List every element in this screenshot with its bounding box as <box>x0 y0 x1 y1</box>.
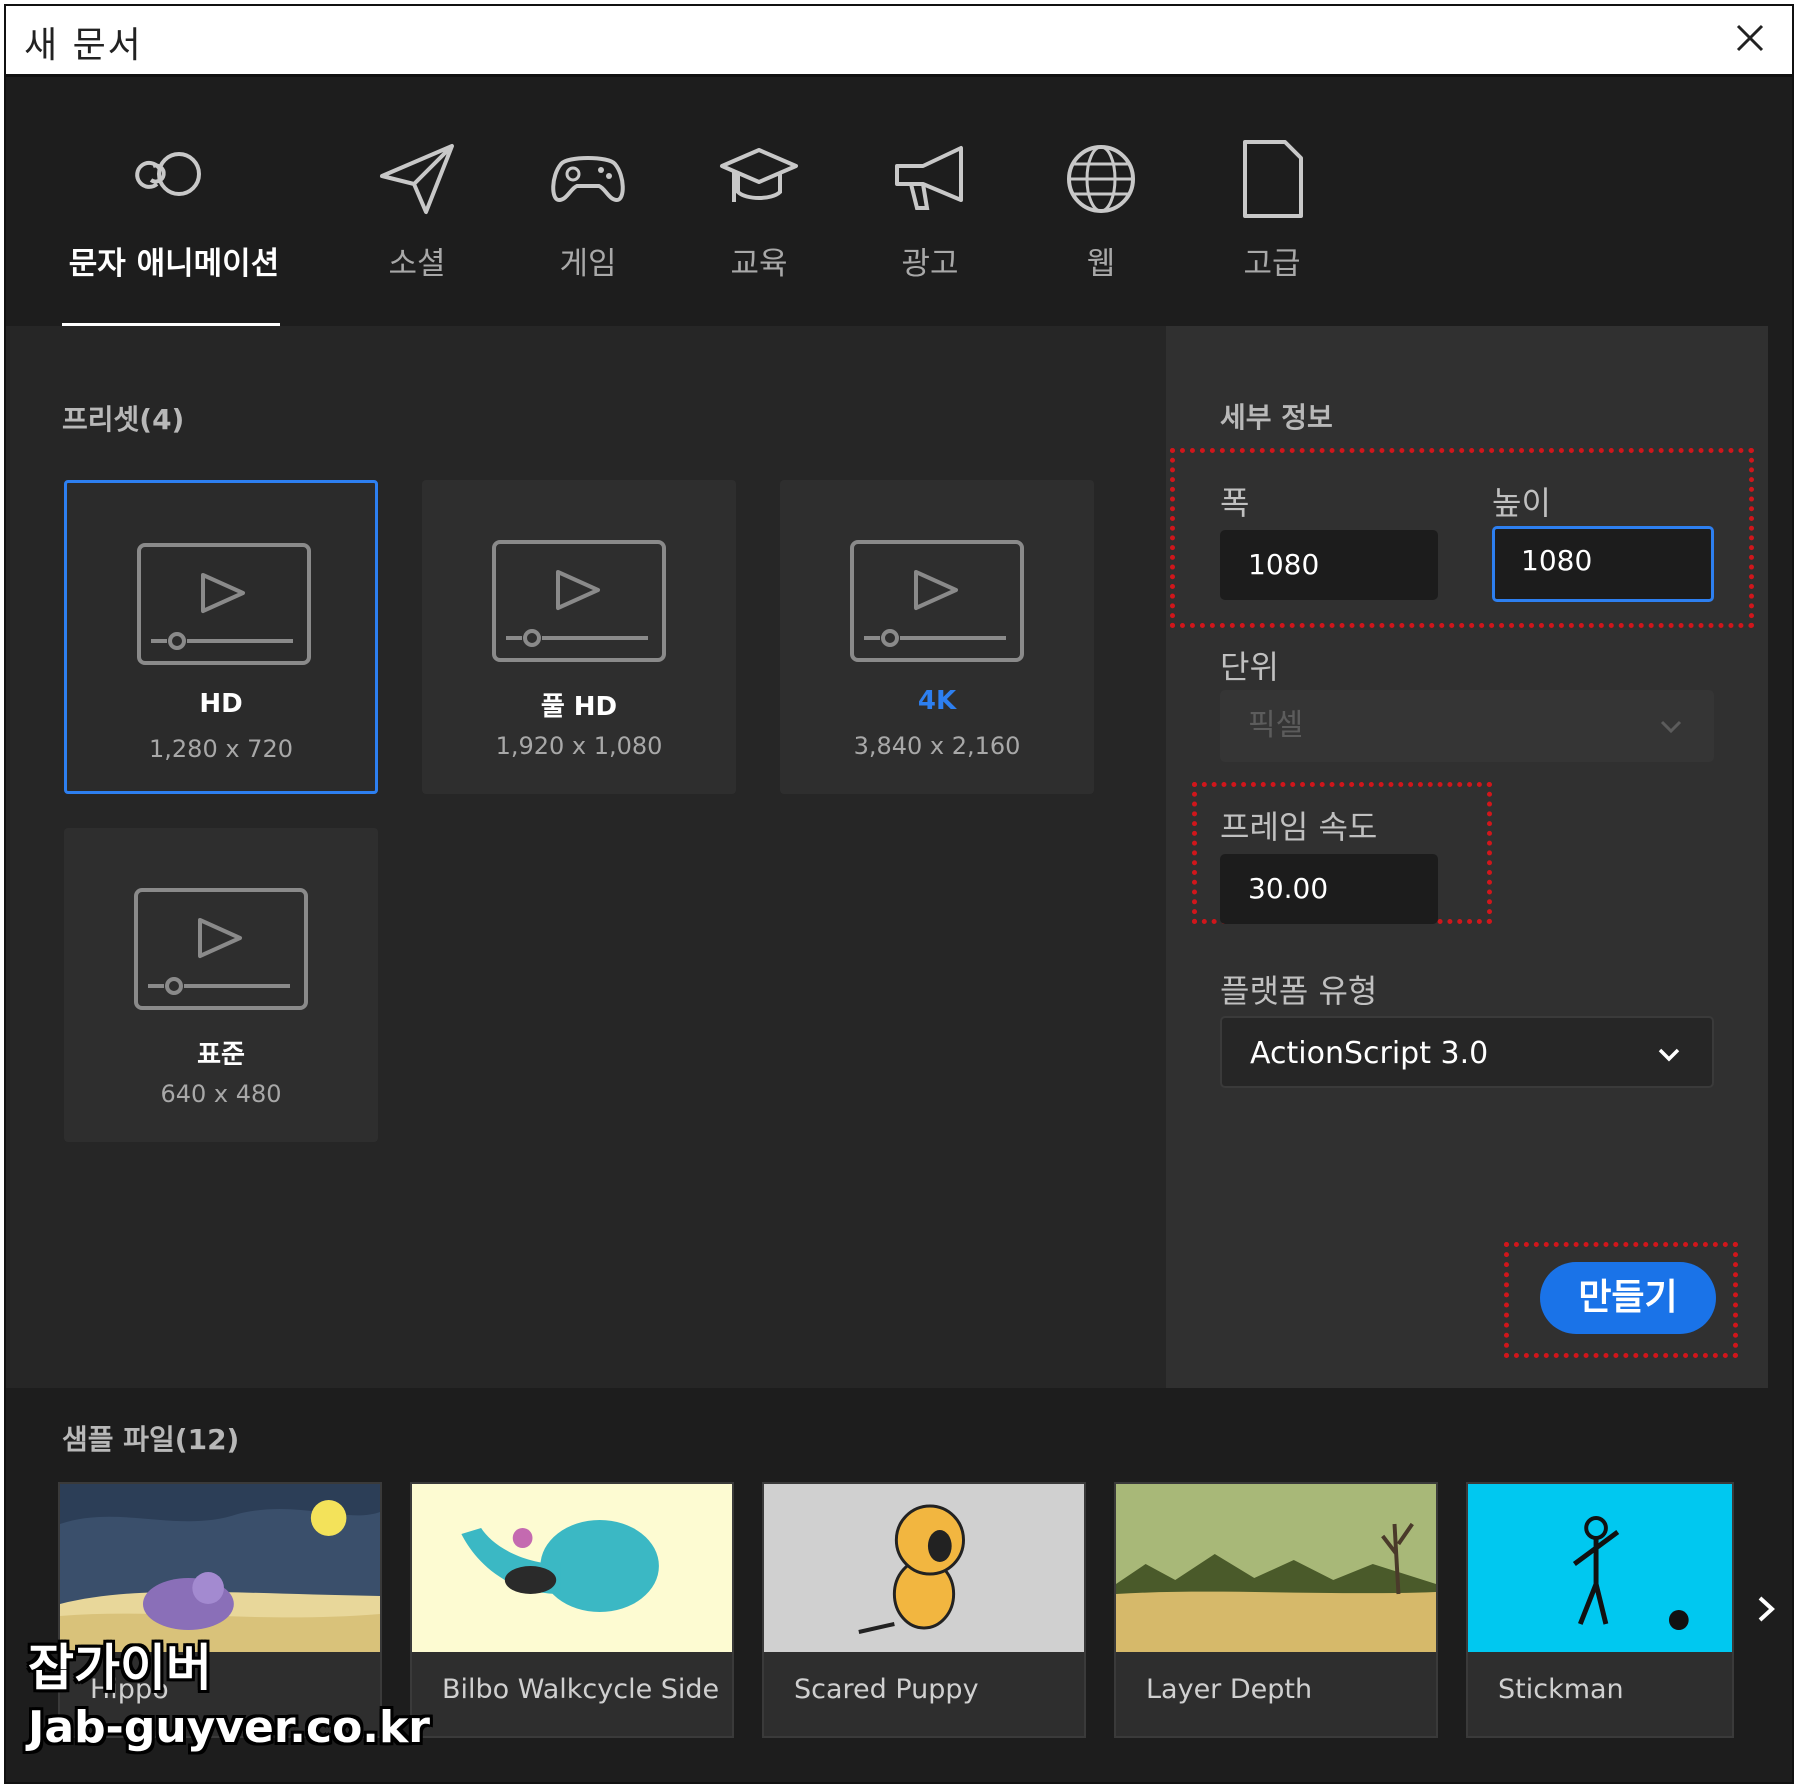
preset-dimensions: 1,920 x 1,080 <box>495 732 663 760</box>
stickman-thumbnail <box>1468 1484 1732 1652</box>
title-bar: 새 문서 <box>6 6 1792 77</box>
megaphone-icon <box>895 146 963 210</box>
globe-icon <box>1067 145 1135 213</box>
units-value: 픽셀 <box>1248 708 1304 743</box>
video-icon <box>492 540 666 662</box>
preset-dimensions: 640 x 480 <box>160 1080 282 1108</box>
units-label: 단위 <box>1220 648 1279 686</box>
watermark-url: Jab-guyver.co.kr <box>28 1702 430 1753</box>
chevron-right-icon[interactable] <box>1750 1592 1784 1626</box>
framerate-label: 프레임 속도 <box>1220 808 1378 846</box>
sample-name: Bilbo Walkcycle Side <box>442 1674 720 1705</box>
platform-select[interactable]: ActionScript 3.0 <box>1220 1016 1714 1088</box>
dialog-title: 새 문서 <box>24 25 143 66</box>
preset-name: 표준 <box>197 1040 245 1070</box>
width-input[interactable]: 1080 <box>1220 530 1438 600</box>
height-input[interactable]: 1080 <box>1492 526 1714 602</box>
video-icon <box>137 543 311 665</box>
sample-name: Scared Puppy <box>794 1674 979 1705</box>
preset-dimensions: 1,280 x 720 <box>149 735 293 763</box>
platform-label: 플랫폼 유형 <box>1220 972 1378 1010</box>
document-icon <box>1243 140 1303 218</box>
sample-name: Stickman <box>1498 1674 1624 1705</box>
create-button[interactable]: 만들기 <box>1540 1262 1716 1334</box>
character-animation-icon <box>135 152 201 196</box>
units-select[interactable]: 픽셀 <box>1220 690 1714 762</box>
watermark-korean: 잡가이버 <box>28 1639 212 1697</box>
sample-name: Layer Depth <box>1146 1674 1313 1705</box>
preset-name: 4K <box>917 686 957 716</box>
puppy-thumbnail <box>764 1484 1084 1652</box>
sample-card-layer-depth[interactable]: Layer Depth <box>1114 1482 1438 1738</box>
hippo-thumbnail <box>60 1484 380 1652</box>
details-title: 세부 정보 <box>1220 401 1333 434</box>
tab-character-animation[interactable]: 문자 애니메이션 <box>64 136 284 283</box>
preset-name: 풀 HD <box>540 692 618 722</box>
bilbo-thumbnail <box>412 1484 732 1652</box>
video-icon <box>134 888 308 1010</box>
tab-label: 고급 <box>1243 246 1301 282</box>
framerate-input[interactable]: 30.00 <box>1220 854 1438 924</box>
chevron-down-icon <box>1660 720 1682 734</box>
video-icon <box>850 540 1024 662</box>
tab-advanced[interactable]: 고급 <box>1162 136 1382 283</box>
sample-card-bilbo[interactable]: Bilbo Walkcycle Side <box>410 1482 734 1738</box>
preset-card-full-hd[interactable]: 풀 HD 1,920 x 1,080 <box>422 480 736 794</box>
preset-dimensions: 3,840 x 2,160 <box>853 732 1021 760</box>
preset-card-hd[interactable]: HD 1,280 x 720 <box>64 480 378 794</box>
chevron-down-icon <box>1658 1048 1680 1062</box>
gamepad-icon <box>551 156 625 203</box>
layer-depth-thumbnail <box>1116 1484 1436 1652</box>
platform-value: ActionScript 3.0 <box>1250 1036 1489 1071</box>
samples-title: 샘플 파일(12) <box>62 1423 240 1456</box>
preset-card-standard[interactable]: 표준 640 x 480 <box>64 828 378 1142</box>
tab-label: 문자 애니메이션 <box>68 246 280 282</box>
sample-card-scared-puppy[interactable]: Scared Puppy <box>762 1482 1086 1738</box>
sample-card-stickman[interactable]: Stickman <box>1466 1482 1734 1738</box>
graduation-cap-icon <box>720 148 798 202</box>
presets-title: 프리셋(4) <box>62 403 185 436</box>
preset-name: HD <box>199 689 243 719</box>
width-label: 폭 <box>1220 484 1250 522</box>
close-icon[interactable] <box>1730 18 1770 58</box>
paper-plane-icon <box>380 144 454 214</box>
height-label: 높이 <box>1492 484 1551 522</box>
preset-card-4k[interactable]: 4K 3,840 x 2,160 <box>780 480 1094 794</box>
new-document-dialog: 새 문서 문자 애니메이션 소셜 게임 교육 광고 웹 고급 프리셋(4) HD… <box>4 4 1794 1784</box>
